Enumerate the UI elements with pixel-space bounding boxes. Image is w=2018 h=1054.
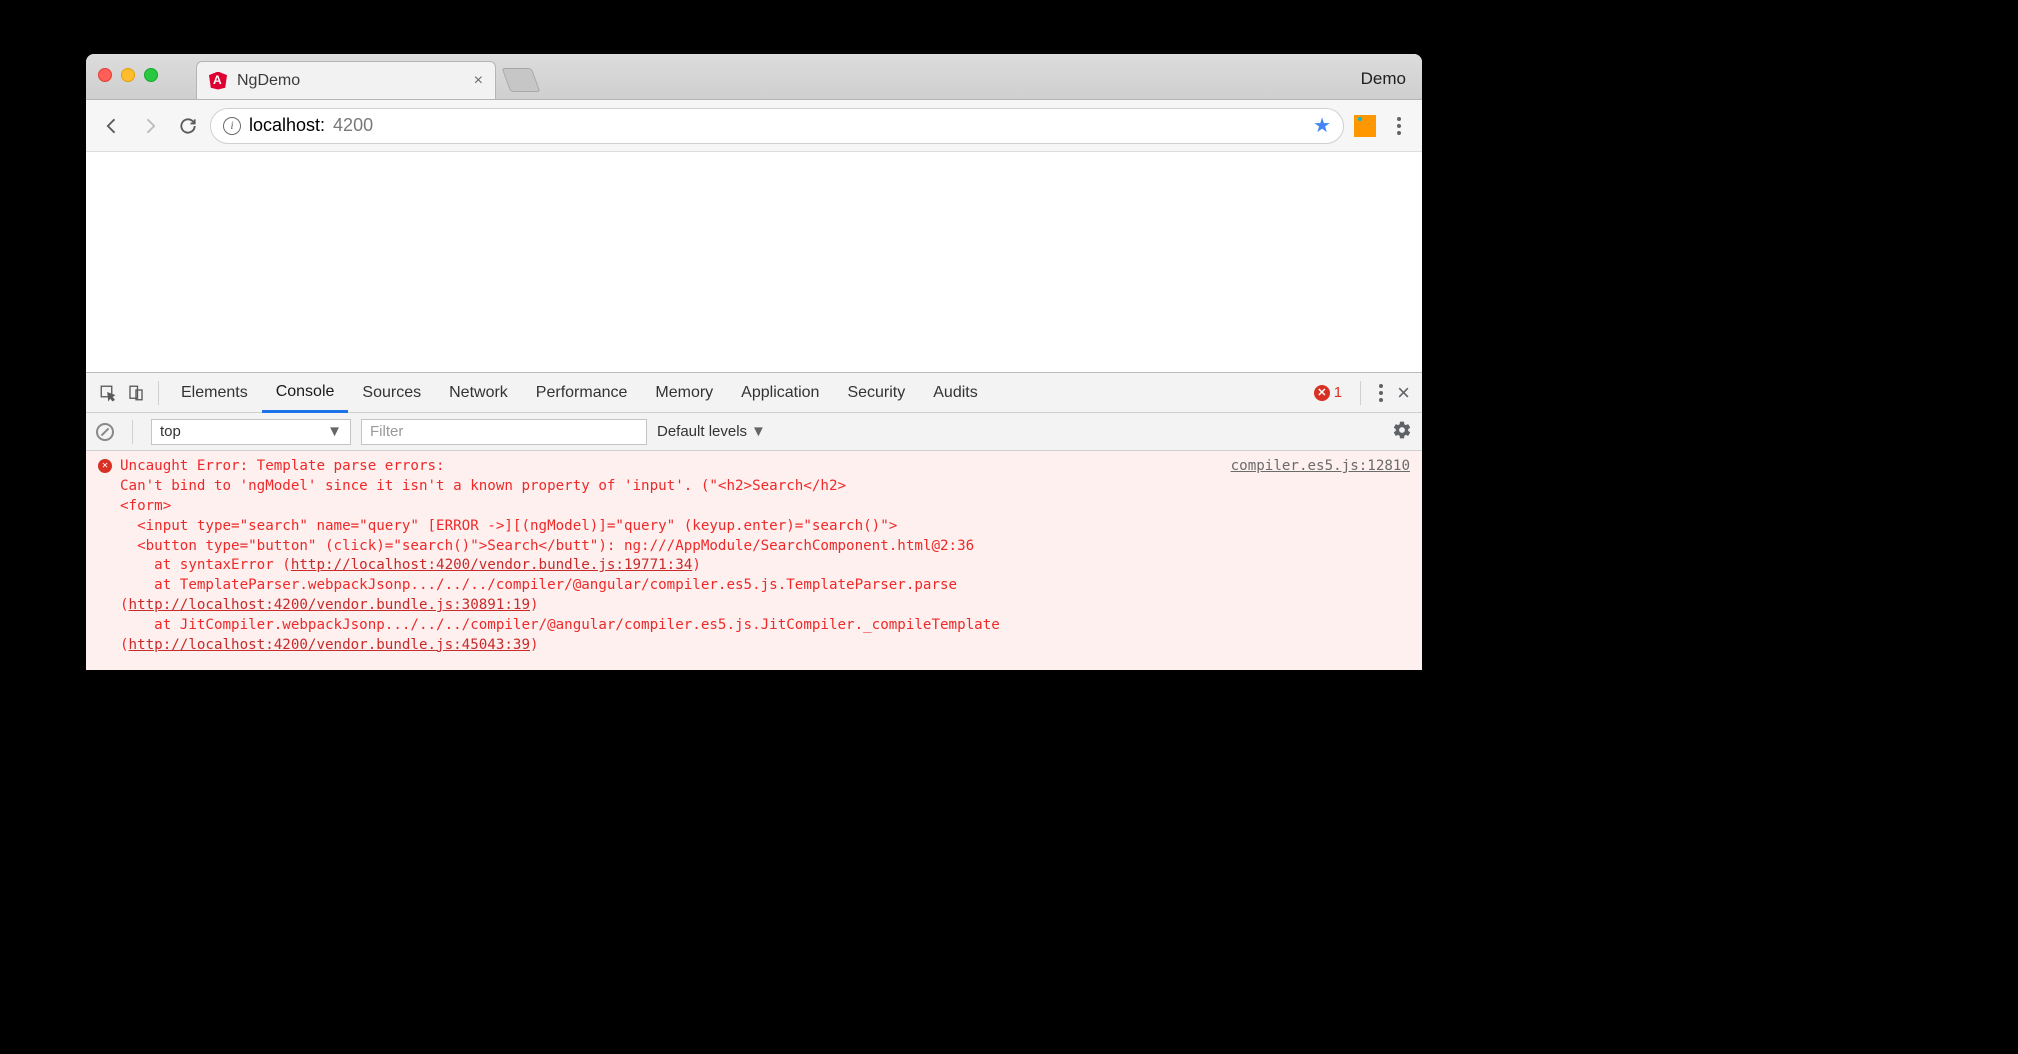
- browser-window: NgDemo × Demo i localhost: 4200 ★: [86, 54, 1422, 670]
- address-bar: i localhost: 4200 ★: [86, 100, 1422, 152]
- devtools-tab-memory[interactable]: Memory: [641, 373, 727, 413]
- devtools-panel: Elements Console Sources Network Perform…: [86, 372, 1422, 670]
- log-levels-select[interactable]: Default levels ▼: [657, 423, 766, 440]
- forward-button[interactable]: [134, 110, 166, 142]
- filter-placeholder: Filter: [370, 423, 403, 440]
- error-count: 1: [1334, 384, 1342, 401]
- error-icon: ✕: [98, 459, 112, 473]
- close-tab-icon[interactable]: ×: [474, 72, 483, 90]
- stack-link[interactable]: http://localhost:4200/vendor.bundle.js:3…: [129, 597, 530, 613]
- devtools-tab-application[interactable]: Application: [727, 373, 833, 413]
- context-value: top: [160, 423, 181, 440]
- error-source-link[interactable]: compiler.es5.js:12810: [1211, 457, 1410, 477]
- context-select[interactable]: top ▼: [151, 419, 351, 445]
- devtools-tab-audits[interactable]: Audits: [919, 373, 991, 413]
- minimize-window-button[interactable]: [121, 68, 135, 82]
- extension-icon[interactable]: [1354, 115, 1376, 137]
- devtools-tab-security[interactable]: Security: [833, 373, 919, 413]
- devtools-tab-performance[interactable]: Performance: [522, 373, 642, 413]
- levels-label: Default levels: [657, 423, 747, 440]
- maximize-window-button[interactable]: [144, 68, 158, 82]
- devtools-menu-button[interactable]: [1379, 384, 1383, 402]
- bookmark-star-icon[interactable]: ★: [1313, 113, 1331, 138]
- console-output: ✕ Uncaught Error: Template parse errors:…: [86, 451, 1422, 670]
- chevron-down-icon: ▼: [327, 423, 342, 440]
- error-icon: ✕: [1314, 385, 1330, 401]
- console-settings-icon[interactable]: [1392, 420, 1412, 444]
- devtools-close-button[interactable]: ×: [1393, 380, 1414, 406]
- inspect-element-icon[interactable]: [94, 384, 122, 402]
- url-input[interactable]: i localhost: 4200 ★: [210, 108, 1344, 144]
- error-message: Uncaught Error: Template parse errors: C…: [120, 457, 1203, 656]
- error-count-badge[interactable]: ✕ 1: [1314, 384, 1342, 401]
- tab-strip: NgDemo × Demo: [86, 54, 1422, 100]
- url-port: 4200: [333, 115, 373, 136]
- stack-link[interactable]: http://localhost:4200/vendor.bundle.js:4…: [129, 637, 530, 653]
- clear-console-icon[interactable]: [96, 423, 114, 441]
- stack-link[interactable]: http://localhost:4200/vendor.bundle.js:1…: [291, 557, 692, 573]
- back-button[interactable]: [96, 110, 128, 142]
- filter-input[interactable]: Filter: [361, 419, 647, 445]
- device-toolbar-icon[interactable]: [122, 384, 150, 402]
- reload-button[interactable]: [172, 110, 204, 142]
- tab-title: NgDemo: [237, 72, 300, 90]
- angular-icon: [209, 72, 227, 90]
- devtools-tab-bar: Elements Console Sources Network Perform…: [86, 373, 1422, 413]
- url-host: localhost:: [249, 115, 325, 136]
- devtools-tab-sources[interactable]: Sources: [348, 373, 435, 413]
- window-controls: [98, 68, 158, 82]
- error-log-entry[interactable]: ✕ Uncaught Error: Template parse errors:…: [98, 457, 1410, 656]
- new-tab-button[interactable]: [502, 68, 541, 92]
- console-toolbar: top ▼ Filter Default levels ▼: [86, 413, 1422, 451]
- browser-tab[interactable]: NgDemo ×: [196, 61, 496, 99]
- chevron-down-icon: ▼: [751, 423, 766, 440]
- devtools-tab-network[interactable]: Network: [435, 373, 522, 413]
- chrome-menu-button[interactable]: [1386, 117, 1412, 135]
- devtools-tab-console[interactable]: Console: [262, 373, 349, 413]
- devtools-tab-elements[interactable]: Elements: [167, 373, 262, 413]
- close-window-button[interactable]: [98, 68, 112, 82]
- page-viewport: [86, 152, 1422, 372]
- site-info-icon[interactable]: i: [223, 117, 241, 135]
- profile-label[interactable]: Demo: [1361, 69, 1406, 89]
